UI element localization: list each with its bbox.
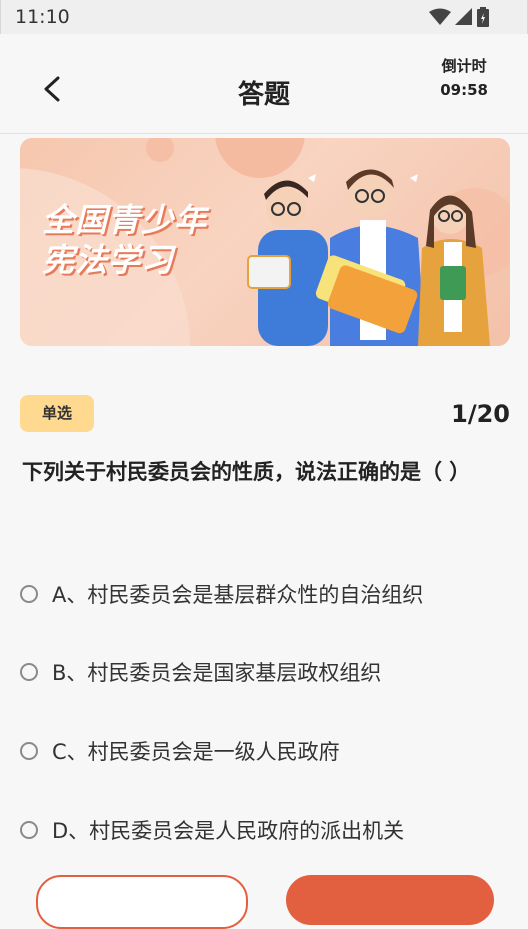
option-label: A、村民委员会是基层群众性的自治组织 — [52, 583, 424, 607]
question-progress: 1/20 — [451, 400, 510, 428]
status-bar: 11:10 — [0, 0, 528, 34]
option-a[interactable]: A、村民委员会是基层群众性的自治组织 — [20, 574, 510, 614]
countdown: 倒计时 09:58 — [440, 54, 488, 102]
status-time: 11:10 — [15, 6, 70, 28]
countdown-time: 09:58 — [440, 81, 488, 99]
banner-image: 全国青少年 宪法学习 — [20, 138, 510, 346]
banner-title-line1: 全国青少年 — [42, 201, 208, 239]
option-c[interactable]: C、村民委员会是一级人民政府 — [20, 731, 510, 771]
question-type-badge: 单选 — [20, 395, 94, 432]
secondary-button[interactable] — [36, 875, 248, 929]
radio-icon[interactable] — [20, 742, 38, 760]
signal-icon — [455, 8, 473, 30]
radio-icon[interactable] — [20, 663, 38, 681]
top-bar: 答题 倒计时 09:58 — [0, 34, 528, 134]
countdown-label: 倒计时 — [441, 57, 487, 75]
banner-title: 全国青少年 宪法学习 — [42, 200, 207, 280]
question-text: 下列关于村民委员会的性质，说法正确的是（ ） — [22, 460, 471, 484]
option-d[interactable]: D、村民委员会是人民政府的派出机关 — [20, 810, 510, 850]
radio-icon[interactable] — [20, 821, 38, 839]
option-b[interactable]: B、村民委员会是国家基层政权组织 — [20, 652, 510, 692]
option-label: D、村民委员会是人民政府的派出机关 — [52, 819, 405, 843]
option-label: B、村民委员会是国家基层政权组织 — [52, 661, 382, 685]
battery-icon — [477, 7, 489, 31]
option-label: C、村民委员会是一级人民政府 — [52, 740, 340, 764]
wifi-icon — [429, 8, 451, 30]
radio-icon[interactable] — [20, 585, 38, 603]
banner-title-line2: 宪法学习 — [42, 241, 175, 279]
status-icons — [429, 7, 489, 31]
